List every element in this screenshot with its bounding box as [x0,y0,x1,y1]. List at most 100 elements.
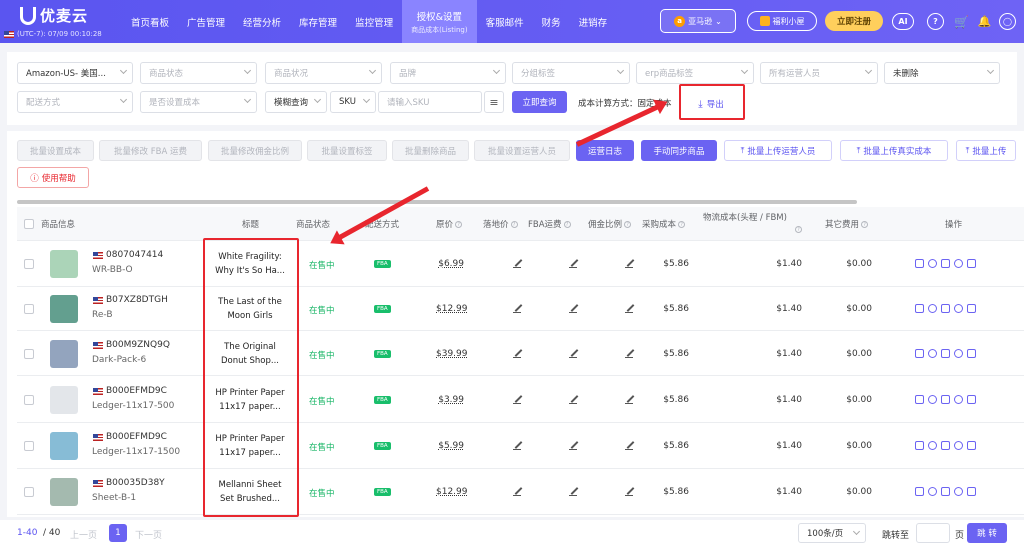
dollar-icon[interactable] [954,394,963,404]
document-icon[interactable] [941,487,950,496]
primary-action-button[interactable]: 手动同步商品 [641,140,717,161]
price-text[interactable]: $5.99 [436,441,464,451]
sku-type-select[interactable]: SKU [330,91,376,113]
edit-icon[interactable] [513,304,521,313]
batch-action-button[interactable]: 批量设置成本 [17,140,94,161]
price-text[interactable]: $3.99 [436,395,464,405]
edit-icon[interactable] [915,487,924,496]
edit-icon[interactable] [915,259,924,268]
upload-action-button[interactable]: ⤒ 批量上传真实成本 [840,140,948,161]
page-size-select[interactable]: 100条/页 [798,523,866,543]
batch-action-button[interactable]: 批量设置运营人员 [474,140,570,161]
delete-icon[interactable] [967,259,976,268]
upload-action-button[interactable]: ⤒ 批量上传运营人员 [724,140,832,161]
ai-icon[interactable]: AI [892,13,914,30]
asin-text[interactable]: 0807047414 [106,250,163,260]
edit-icon[interactable] [625,395,633,404]
document-icon[interactable] [941,394,950,404]
nav-item[interactable]: 进销存 [570,0,617,43]
dollar-icon[interactable] [954,304,963,313]
nav-item[interactable]: 财务 [533,0,570,43]
asin-text[interactable]: B000EFMD9C [106,432,167,442]
document-icon[interactable] [941,441,950,450]
edit-icon[interactable] [513,395,521,404]
nav-item[interactable]: 授权&设置 商品成本(Listing) [402,0,477,43]
row-checkbox[interactable] [24,348,34,359]
document-icon[interactable] [941,259,950,268]
bell-icon[interactable]: 🔔 [976,13,993,30]
edit-icon[interactable] [625,304,633,313]
price-text[interactable]: $39.99 [436,349,468,359]
delete-icon[interactable] [967,394,976,404]
row-checkbox[interactable] [24,441,34,451]
row-checkbox[interactable] [24,304,34,314]
edit-icon[interactable] [915,348,924,358]
filter-select[interactable]: 商品状态 [140,62,257,84]
nav-item[interactable]: 库存管理 [290,0,346,43]
asin-text[interactable]: B00M9ZNQ9Q [106,340,170,350]
edit-icon[interactable] [513,349,521,358]
asin-text[interactable]: B000EFMD9C [106,386,167,396]
edit-icon[interactable] [569,487,577,496]
row-checkbox[interactable] [24,487,34,497]
match-mode-select[interactable]: 模糊查询 [265,91,327,113]
edit-icon[interactable] [625,487,633,496]
next-page-button[interactable]: 下一页 [135,528,162,541]
edit-icon[interactable] [513,441,521,450]
filter-select[interactable]: erp商品标签 [636,62,754,84]
store-selector[interactable]: a 亚马逊 ⌄ [660,9,736,33]
cost-set-select[interactable]: 是否设置成本 [140,91,257,113]
edit-icon[interactable] [625,441,633,450]
dollar-icon[interactable] [954,487,963,496]
row-checkbox[interactable] [24,394,34,405]
nav-item[interactable]: 监控管理 [346,0,402,43]
cart-icon[interactable]: 🛒 [953,13,970,30]
edit-icon[interactable] [569,349,577,358]
register-button[interactable]: 立即注册 [825,11,883,31]
edit-icon[interactable] [625,349,633,358]
batch-action-button[interactable]: 批量设置标签 [307,140,387,161]
filter-select[interactable]: 品牌 [390,62,506,84]
help-icon[interactable]: ? [927,13,944,30]
select-all-checkbox[interactable] [24,219,34,229]
user-icon[interactable]: ◯ [999,13,1016,30]
edit-icon[interactable] [915,441,924,450]
nav-item[interactable]: 广告管理 [178,0,234,43]
batch-action-button[interactable]: 批量修改佣金比例 [208,140,302,161]
sku-search-input[interactable]: 请输入SKU [378,91,482,113]
jump-button[interactable]: 跳 转 [967,523,1007,543]
history-icon[interactable] [928,441,937,450]
price-text[interactable]: $6.99 [436,259,464,269]
edit-icon[interactable] [625,259,633,268]
batch-action-button[interactable]: 批量修改 FBA 运费 [99,140,202,161]
asin-text[interactable]: B07XZ8DTGH [106,295,168,305]
help-button[interactable]: ⓘ 使用帮助 [17,167,89,188]
filter-select[interactable]: 未删除 [884,62,1000,84]
nav-item[interactable]: 首页看板 [122,0,178,43]
history-icon[interactable] [928,394,937,404]
price-text[interactable]: $12.99 [436,487,468,497]
filter-select[interactable]: 分组标签 [512,62,630,84]
history-icon[interactable] [928,487,937,496]
history-icon[interactable] [928,259,937,268]
filter-select[interactable]: 所有运营人员 [760,62,878,84]
goto-page-input[interactable] [916,523,950,543]
welfare-button[interactable]: 福利小屋 [747,11,817,31]
edit-icon[interactable] [569,304,577,313]
delete-icon[interactable] [967,487,976,496]
batch-action-button[interactable]: 批量删除商品 [392,140,469,161]
document-icon[interactable] [941,348,950,358]
history-icon[interactable] [928,304,937,313]
nav-item[interactable]: 客服邮件 [477,0,533,43]
delete-icon[interactable] [967,441,976,450]
delete-icon[interactable] [967,304,976,313]
row-checkbox[interactable] [24,259,34,269]
filter-select[interactable]: 商品状况 [265,62,382,84]
page-1-button[interactable]: 1 [109,524,127,542]
dollar-icon[interactable] [954,259,963,268]
edit-icon[interactable] [513,259,521,268]
edit-icon[interactable] [915,304,924,313]
dollar-icon[interactable] [954,348,963,358]
delete-icon[interactable] [967,348,976,358]
edit-icon[interactable] [513,487,521,496]
